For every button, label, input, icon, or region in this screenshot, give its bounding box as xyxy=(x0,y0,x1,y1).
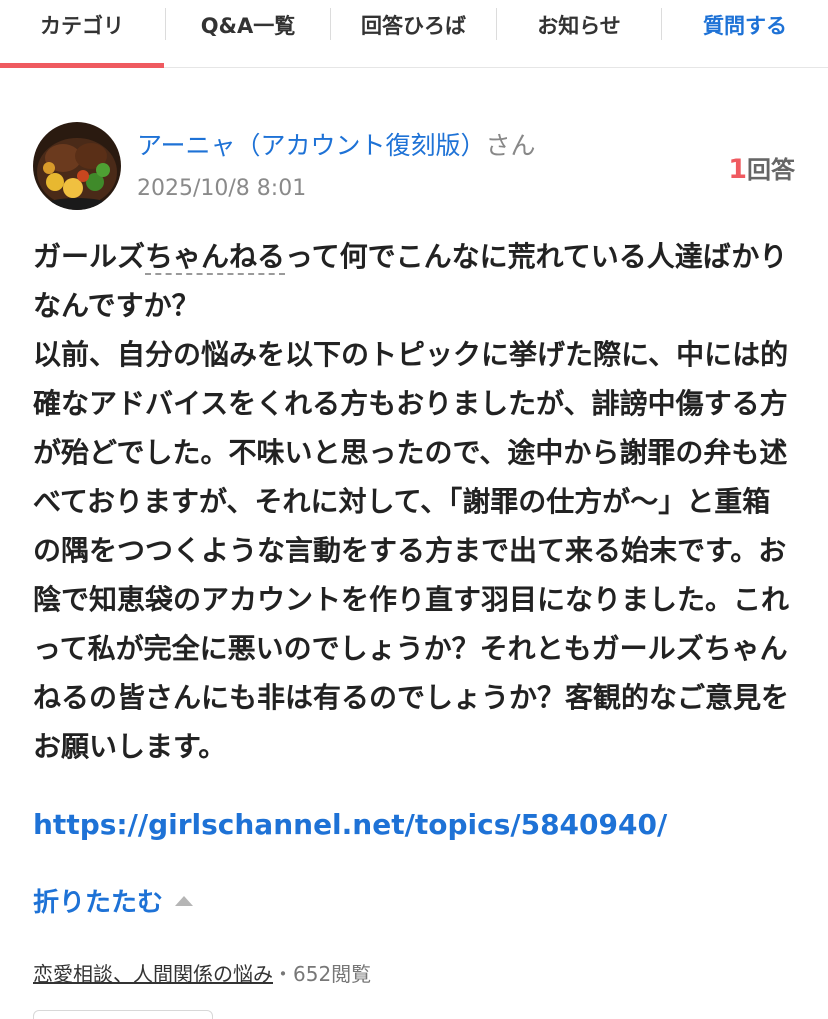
question-body: ガールズちゃんねるって何でこんなに荒れている人達ばかりなんですか？ 以前、自分の… xyxy=(33,232,795,771)
collapse-button[interactable]: 折りたたむ xyxy=(33,882,194,919)
meta-separator: ・ xyxy=(273,962,293,986)
tab-category[interactable]: カテゴリ xyxy=(0,0,164,68)
user-avatar-food-photo-icon[interactable] xyxy=(33,122,121,210)
triangle-up-icon xyxy=(175,895,194,906)
tab-answer-plaza[interactable]: 回答ひろば xyxy=(331,0,496,68)
answer-count-link[interactable]: 1回答 xyxy=(728,150,795,185)
answer-count: 1 xyxy=(728,154,747,185)
category-link[interactable]: 恋愛相談、人間関係の悩み xyxy=(33,962,273,986)
topic-url-link[interactable]: https://girlschannel.net/topics/5840940/ xyxy=(33,808,667,841)
ask-question-button[interactable]: 質問する xyxy=(662,0,828,68)
user-name[interactable]: アーニャ（アカウント復刻版） xyxy=(137,131,486,160)
ask-question-label: 質問する xyxy=(703,14,787,38)
post-date: 2025/10/8 8:01 xyxy=(137,176,307,201)
tab-answer-plaza-label: 回答ひろば xyxy=(361,14,466,38)
bottom-button[interactable] xyxy=(33,1010,213,1019)
view-count: 652閲覧 xyxy=(293,962,372,986)
question-meta: 恋愛相談、人間関係の悩み・652閲覧 xyxy=(33,958,371,987)
answer-count-label: 回答 xyxy=(747,156,795,184)
tab-qa-list-label: Q&A一覧 xyxy=(200,14,296,38)
question-paragraph: 以前、自分の悩みを以下のトピックに挙げた際に、中には的確なアドバイスをくれる方も… xyxy=(33,338,790,763)
tab-category-label: カテゴリ xyxy=(40,14,124,38)
tab-qa-list[interactable]: Q&A一覧 xyxy=(166,0,330,68)
user-name-link[interactable]: アーニャ（アカウント復刻版）さん xyxy=(137,126,536,162)
top-navigation: カテゴリ Q&A一覧 回答ひろば お知らせ 質問する xyxy=(0,0,828,68)
keyword-link[interactable]: ちゃんねる xyxy=(145,240,286,275)
collapse-label: 折りたたむ xyxy=(33,888,164,918)
tab-notices-label: お知らせ xyxy=(537,14,621,38)
question-title-line: ガールズちゃんねるって何でこんなに荒れている人達ばかりなんですか？ xyxy=(33,232,795,330)
tab-notices[interactable]: お知らせ xyxy=(497,0,661,68)
user-honorific: さん xyxy=(485,131,536,160)
question-text-part: ガールズ xyxy=(33,240,146,273)
